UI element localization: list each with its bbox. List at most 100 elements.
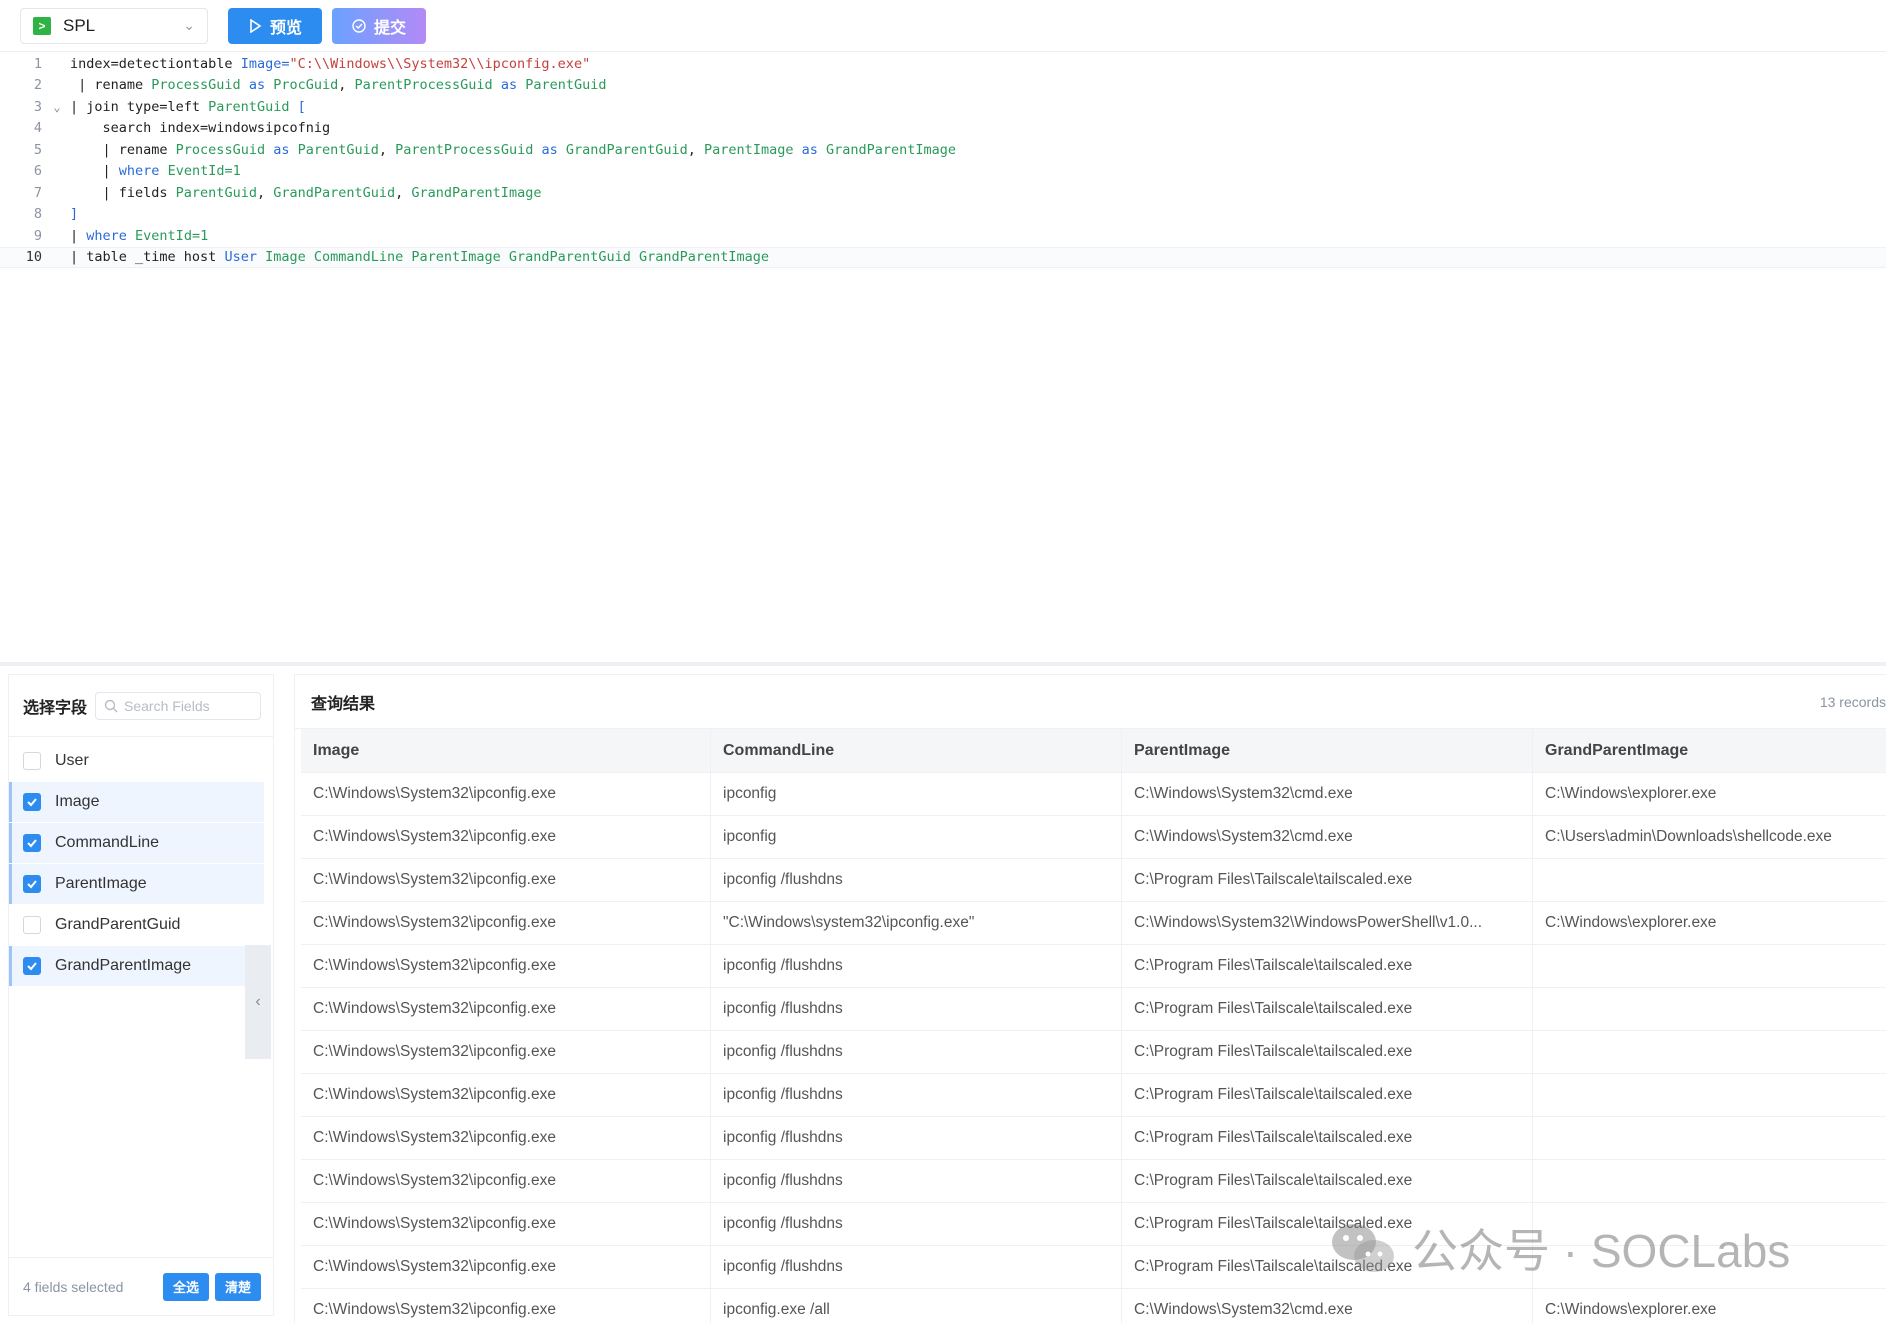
table-cell: "C:\Windows\system32\ipconfig.exe" [711,902,1122,944]
table-cell: ipconfig /flushdns [711,1160,1122,1202]
table-cell: ipconfig /flushdns [711,1117,1122,1159]
column-header[interactable]: ParentImage [1122,729,1533,772]
table-cell: ipconfig /flushdns [711,1246,1122,1288]
code-line[interactable]: 1 index=detectiontable Image= "C:\\Windows… [0,53,1886,75]
field-item[interactable]: GrandParentImage [9,946,264,986]
table-row[interactable]: C:\Windows\System32\ipconfig.exe ipconfig… [301,773,1886,816]
table-row[interactable]: C:\Windows\System32\ipconfig.exe ipconfig… [301,1289,1886,1323]
code-token: [ [297,98,306,115]
table-row[interactable]: C:\Windows\System32\ipconfig.exe ipconfig… [301,1074,1886,1117]
code-token: ProcGuid [273,77,339,94]
code-token: index=detectiontable [70,55,241,72]
table-row[interactable]: C:\Windows\System32\ipconfig.exe ipconfig… [301,1117,1886,1160]
checkbox-checked-icon[interactable] [23,875,41,893]
table-row[interactable]: C:\Windows\System32\ipconfig.exe ipconfig… [301,945,1886,988]
checkbox-checked-icon[interactable] [23,793,41,811]
checkbox-checked-icon[interactable] [23,834,41,852]
code-line[interactable]: 3 ⌄ | join type=left ParentGuid [ [0,96,1886,118]
code-line[interactable]: 4 search index=windowsipcofnig [0,118,1886,140]
code-line[interactable]: 8] [0,204,1886,226]
code-token: ParentGuid [297,141,379,158]
query-editor[interactable]: 1 index=detectiontable Image= "C:\\Windows… [0,53,1886,663]
code-token: , [378,141,396,158]
table-header-row: Image CommandLine ParentImage GrandParentIm… [301,729,1886,773]
code-token: EventId=1 [167,163,241,180]
code-token: , [338,77,355,94]
code-line[interactable]: 5 | rename ProcessGuid as ParentGuid, Pa… [0,139,1886,161]
field-panel: 选择字段 Search Fields User Image CommandLine P… [8,674,274,1316]
checkbox-unchecked-icon[interactable] [23,752,41,770]
line-number: 5 [33,141,42,158]
code-token: where [118,163,168,180]
code-token: ParentGuid [175,184,257,201]
table-cell: C:\Windows\System32\ipconfig.exe [301,859,711,901]
preview-button-label: 预览 [269,19,302,37]
code-token: | [70,227,87,244]
field-item[interactable]: Image [9,782,264,822]
line-number: 6 [33,163,42,180]
code-token: | fields [70,184,176,201]
field-search-input[interactable]: Search Fields [95,691,262,720]
table-row[interactable]: C:\Windows\System32\ipconfig.exe ipconfig… [301,816,1886,859]
code-line[interactable]: 10 | table _time host User Image CommandL… [0,246,1886,268]
code-token: | rename [70,141,176,158]
play-icon [250,18,262,33]
table-row[interactable]: C:\Windows\System32\ipconfig.exe ipconfig… [301,859,1886,902]
field-item[interactable]: User [9,741,264,781]
column-header[interactable]: Image [301,729,711,772]
code-token: "C:\\Windows\\System32\\ipconfig.exe" [289,55,591,72]
checkbox-checked-icon[interactable] [23,957,41,975]
code-token: search index=windowsipcofnig [70,120,331,137]
table-cell: ipconfig /flushdns [711,945,1122,987]
table-cell: C:\Windows\explorer.exe [1545,785,1717,802]
line-number: 4 [33,120,42,137]
table-cell [1533,988,1886,1030]
field-item[interactable]: ParentImage [9,864,264,904]
table-row[interactable]: C:\Windows\System32\ipconfig.exe ipconfig… [301,1160,1886,1203]
field-panel-footer: 4 fields selected 全选 清楚 [9,1257,273,1315]
table-cell: ipconfig.exe /all [711,1289,1122,1323]
language-select[interactable]: > SPL ⌄ [20,7,208,44]
column-header[interactable]: CommandLine [711,729,1122,772]
field-item[interactable]: CommandLine [9,823,264,863]
line-number: 10 [25,249,42,266]
code-token: ParentGuid [525,77,607,94]
line-number: 7 [33,184,42,201]
line-number: 9 [33,227,42,244]
field-item[interactable]: GrandParentGuid [9,905,264,945]
chevron-down-icon: ⌄ [183,17,195,33]
table-cell: C:\Windows\System32\ipconfig.exe [301,902,711,944]
results-title: 查询结果 [311,695,376,713]
code-token: as [248,77,274,94]
code-token: GrandParentGuid [565,141,688,158]
table-row[interactable]: C:\Windows\System32\ipconfig.exe "C:\Wind… [301,902,1886,945]
field-search-placeholder: Search Fields [124,697,210,714]
code-line[interactable]: 9 | where EventId=1 [0,225,1886,247]
code-token: as [801,141,826,158]
code-token: as [273,141,298,158]
table-cell: C:\Windows\System32\cmd.exe [1122,773,1533,815]
code-token: | rename [70,77,152,94]
code-line[interactable]: 7 | fields ParentGuid, GrandParentGuid, … [0,182,1886,204]
fold-toggle-icon[interactable]: ⌄ [44,100,70,114]
code-line[interactable]: 6 | where EventId=1 [0,161,1886,183]
preview-button[interactable]: 预览 [228,7,322,44]
editor-resize-divider[interactable] [0,662,1886,666]
code-line[interactable]: 2 | rename ProcessGuid as ProcGuid, Pare… [0,75,1886,97]
code-token: ProcessGuid [151,77,249,94]
checkbox-unchecked-icon[interactable] [23,916,41,934]
table-cell: C:\Windows\System32\cmd.exe [1122,1289,1533,1323]
table-row[interactable]: C:\Windows\System32\ipconfig.exe ipconfig… [301,988,1886,1031]
submit-button[interactable]: 提交 [332,7,426,44]
code-token: as [500,77,526,94]
wechat-icon [1332,1224,1394,1272]
select-all-button[interactable]: 全选 [163,1272,209,1301]
table-cell: C:\Program Files\Tailscale\tailscaled.ex… [1122,1117,1533,1159]
clear-button[interactable]: 清楚 [215,1272,261,1301]
field-panel-header: 选择字段 Search Fields [9,675,273,737]
code-token: Image CommandLine ParentImage GrandParen… [265,249,769,266]
collapse-panel-handle[interactable]: ‹ [245,945,271,1059]
watermark-text: 公众号 · SOCLabs [1412,1225,1791,1277]
table-row[interactable]: C:\Windows\System32\ipconfig.exe ipconfig… [301,1031,1886,1074]
column-header[interactable]: GrandParentImage [1533,729,1886,772]
